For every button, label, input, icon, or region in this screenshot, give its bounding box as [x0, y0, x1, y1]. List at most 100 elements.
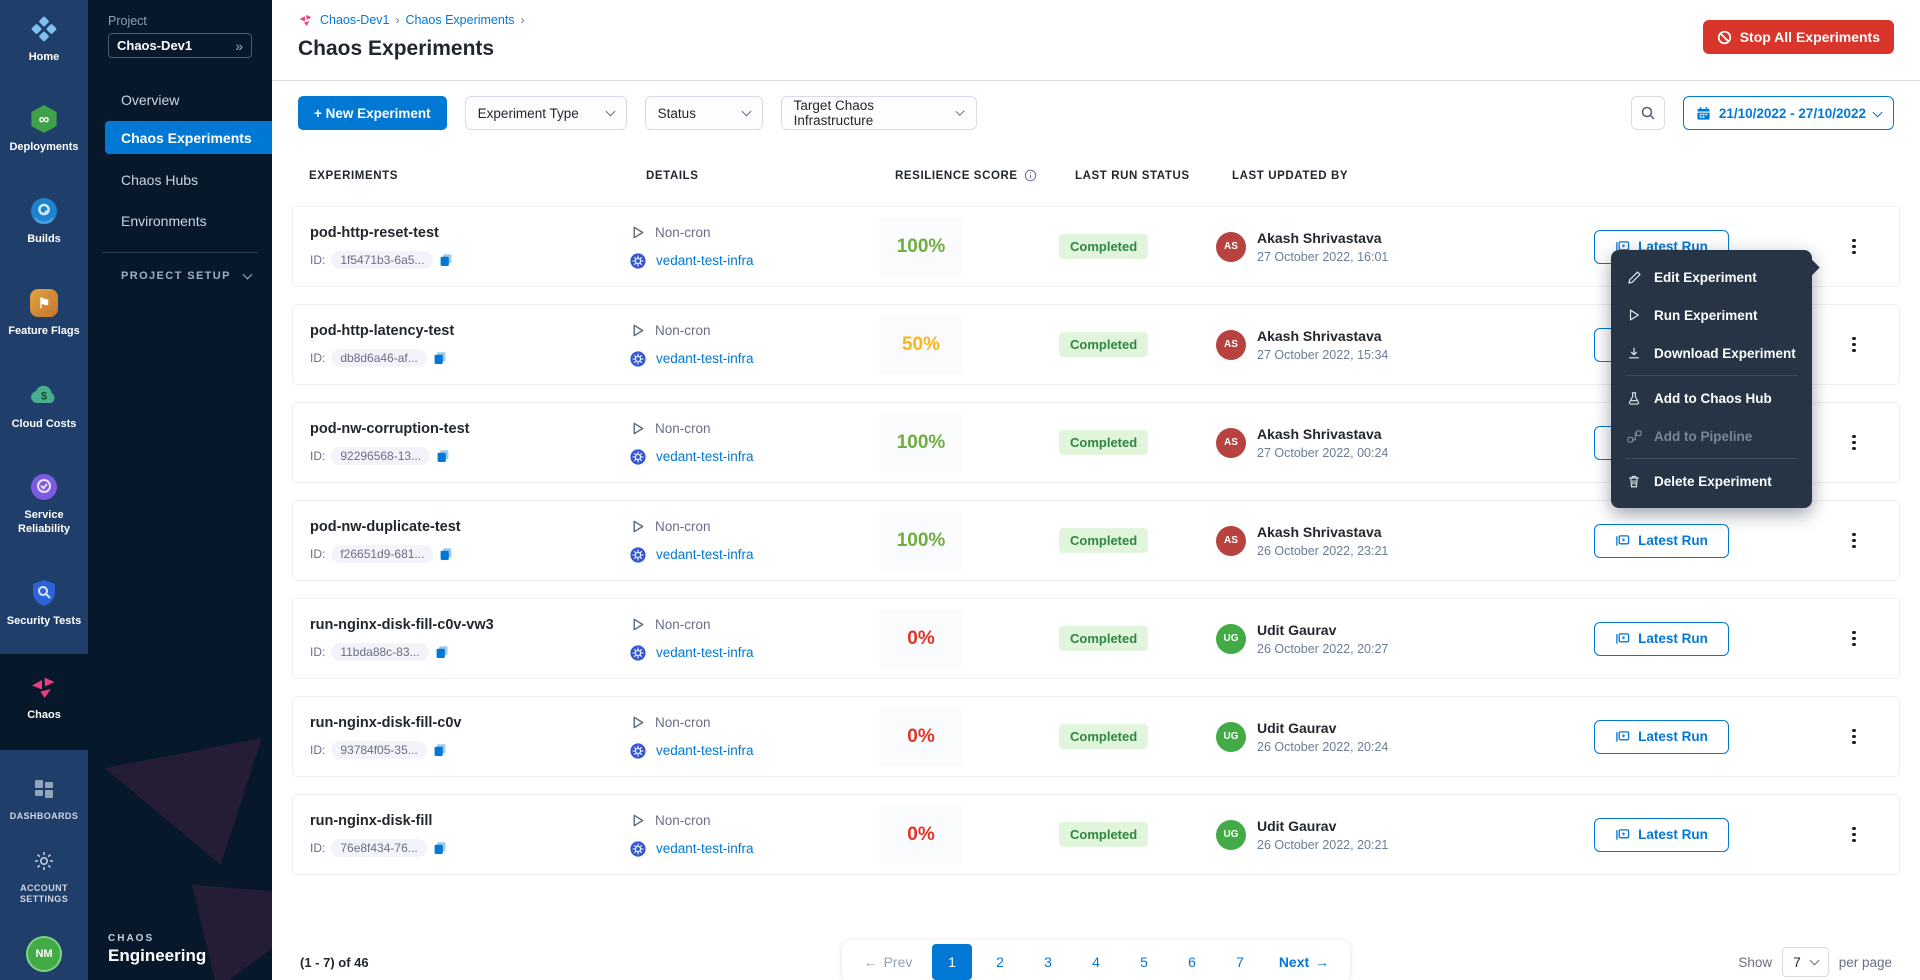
menu-item-add-to-chaos-hub[interactable]: Add to Chaos Hub — [1611, 379, 1812, 417]
experiment-name[interactable]: run-nginx-disk-fill-c0v — [310, 715, 630, 731]
security-tests-icon — [29, 578, 59, 608]
sidebar-item-account-settings[interactable]: ACCOUNT SETTINGS — [0, 846, 88, 906]
target-infrastructure-filter[interactable]: Target Chaos Infrastructure — [781, 96, 977, 130]
menu-item-edit-experiment[interactable]: Edit Experiment — [1611, 258, 1812, 296]
row-menu-kebab[interactable] — [1845, 527, 1863, 555]
row-menu-kebab[interactable] — [1845, 723, 1863, 751]
arrow-right-icon: → — [1315, 954, 1329, 970]
row-menu-kebab[interactable] — [1845, 429, 1863, 457]
per-page-control: Show 7 per page — [1738, 947, 1892, 977]
resilience-score: 50% — [879, 315, 963, 375]
infrastructure-link[interactable]: vedant-test-infra — [656, 645, 754, 660]
infrastructure-link[interactable]: vedant-test-infra — [656, 351, 754, 366]
updated-timestamp: 27 October 2022, 16:01 — [1257, 250, 1388, 264]
infrastructure-link[interactable]: vedant-test-infra — [656, 841, 754, 856]
sidebar-item-chaos[interactable]: Chaos — [0, 654, 88, 750]
play-icon — [630, 715, 645, 730]
user-name: Akash Shrivastava — [1257, 426, 1388, 442]
row-menu-kebab[interactable] — [1845, 821, 1863, 849]
menu-item-run-experiment[interactable]: Run Experiment — [1611, 296, 1812, 334]
table-header: EXPERIMENTS DETAILS RESILIENCE SCORE LAS… — [292, 169, 1900, 182]
new-experiment-button[interactable]: + New Experiment — [298, 96, 447, 130]
infrastructure-link[interactable]: vedant-test-infra — [656, 743, 754, 758]
copy-icon[interactable] — [433, 743, 447, 757]
info-icon[interactable] — [1024, 169, 1037, 182]
user-name: Akash Shrivastava — [1257, 524, 1388, 540]
per-page-select[interactable]: 7 — [1782, 947, 1829, 977]
status-filter[interactable]: Status — [645, 96, 763, 130]
search-button[interactable] — [1631, 96, 1665, 130]
page-button-7[interactable]: 7 — [1220, 944, 1260, 980]
nav-item-environments[interactable]: Environments — [88, 204, 272, 237]
project-setup-label: PROJECT SETUP — [121, 270, 231, 282]
latest-run-button[interactable]: Latest Run — [1594, 818, 1729, 852]
copy-icon[interactable] — [439, 253, 453, 267]
experiment-name[interactable]: pod-nw-corruption-test — [310, 421, 630, 437]
breadcrumb-project[interactable]: Chaos-Dev1 — [320, 13, 389, 27]
breadcrumb: Chaos-Dev1 › Chaos Experiments › — [298, 12, 1894, 28]
page-button-6[interactable]: 6 — [1172, 944, 1212, 980]
experiment-name[interactable]: pod-nw-duplicate-test — [310, 519, 630, 535]
updated-timestamp: 26 October 2022, 20:24 — [1257, 740, 1388, 754]
collapse-icon[interactable]: » — [235, 38, 243, 54]
infrastructure-link[interactable]: vedant-test-infra — [656, 253, 754, 268]
experiment-name[interactable]: pod-http-latency-test — [310, 323, 630, 339]
prev-page-button[interactable]: ←Prev — [852, 944, 924, 980]
sidebar-item-feature-flags[interactable]: ⚑ Feature Flags — [0, 288, 88, 339]
play-icon — [630, 519, 645, 534]
resilience-score: 100% — [879, 413, 963, 473]
kubernetes-icon — [630, 449, 646, 465]
sidebar-item-cloud-costs[interactable]: $ Cloud Costs — [0, 381, 88, 432]
breadcrumb-page[interactable]: Chaos Experiments — [405, 13, 514, 27]
copy-icon[interactable] — [433, 351, 447, 365]
experiment-name[interactable]: run-nginx-disk-fill-c0v-vw3 — [310, 617, 630, 633]
menu-item-delete-experiment[interactable]: Delete Experiment — [1611, 462, 1812, 500]
row-menu-kebab[interactable] — [1845, 233, 1863, 261]
copy-icon[interactable] — [439, 547, 453, 561]
menu-divider — [1626, 375, 1797, 376]
row-menu-kebab[interactable] — [1845, 331, 1863, 359]
page-button-1[interactable]: 1 — [932, 944, 972, 980]
experiment-name[interactable]: pod-http-reset-test — [310, 225, 630, 241]
copy-icon[interactable] — [433, 841, 447, 855]
next-page-button[interactable]: Next→ — [1268, 944, 1340, 980]
page-title: Chaos Experiments — [298, 37, 1894, 61]
copy-icon[interactable] — [436, 449, 450, 463]
play-icon — [630, 225, 645, 240]
feature-flags-icon: ⚑ — [29, 288, 59, 318]
play-icon — [630, 813, 645, 828]
sidebar-item-dashboards[interactable]: DASHBOARDS — [0, 774, 88, 822]
sidebar-item-home[interactable]: Home — [0, 14, 88, 65]
infrastructure-link[interactable]: vedant-test-infra — [656, 449, 754, 464]
toolbar: + New Experiment Experiment Type Status … — [272, 81, 1920, 145]
user-avatar[interactable]: NM — [26, 936, 62, 972]
date-range-button[interactable]: 21/10/2022 - 27/10/2022 — [1683, 96, 1894, 130]
page-button-2[interactable]: 2 — [980, 944, 1020, 980]
updated-timestamp: 27 October 2022, 15:34 — [1257, 348, 1388, 362]
experiment-type-filter[interactable]: Experiment Type — [465, 96, 627, 130]
project-selector[interactable]: Chaos-Dev1 » — [108, 33, 252, 58]
page-button-3[interactable]: 3 — [1028, 944, 1068, 980]
stop-all-experiments-button[interactable]: Stop All Experiments — [1703, 20, 1894, 54]
sidebar-item-deployments[interactable]: ∞ Deployments — [0, 104, 88, 155]
infrastructure-link[interactable]: vedant-test-infra — [656, 547, 754, 562]
latest-run-button[interactable]: Latest Run — [1594, 524, 1729, 558]
copy-icon[interactable] — [435, 645, 449, 659]
sidebar-item-builds[interactable]: Builds — [0, 196, 88, 247]
kubernetes-icon — [630, 547, 646, 563]
project-setup-toggle[interactable]: PROJECT SETUP — [121, 270, 251, 282]
nav-item-chaos-hubs[interactable]: Chaos Hubs — [88, 163, 272, 196]
page-button-5[interactable]: 5 — [1124, 944, 1164, 980]
latest-run-button[interactable]: Latest Run — [1594, 622, 1729, 656]
nav-item-chaos-experiments[interactable]: Chaos Experiments — [105, 121, 272, 154]
sidebar-item-service-reliability[interactable]: Service Reliability — [0, 472, 88, 537]
latest-run-button[interactable]: Latest Run — [1594, 720, 1729, 754]
sidebar-item-security-tests[interactable]: Security Tests — [0, 578, 88, 629]
page-button-4[interactable]: 4 — [1076, 944, 1116, 980]
experiment-name[interactable]: run-nginx-disk-fill — [310, 813, 630, 829]
row-menu-kebab[interactable] — [1845, 625, 1863, 653]
stop-icon — [1717, 30, 1732, 45]
menu-item-download-experiment[interactable]: Download Experiment — [1611, 334, 1812, 372]
nav-item-overview[interactable]: Overview — [88, 83, 272, 116]
dashboards-icon — [29, 774, 59, 804]
